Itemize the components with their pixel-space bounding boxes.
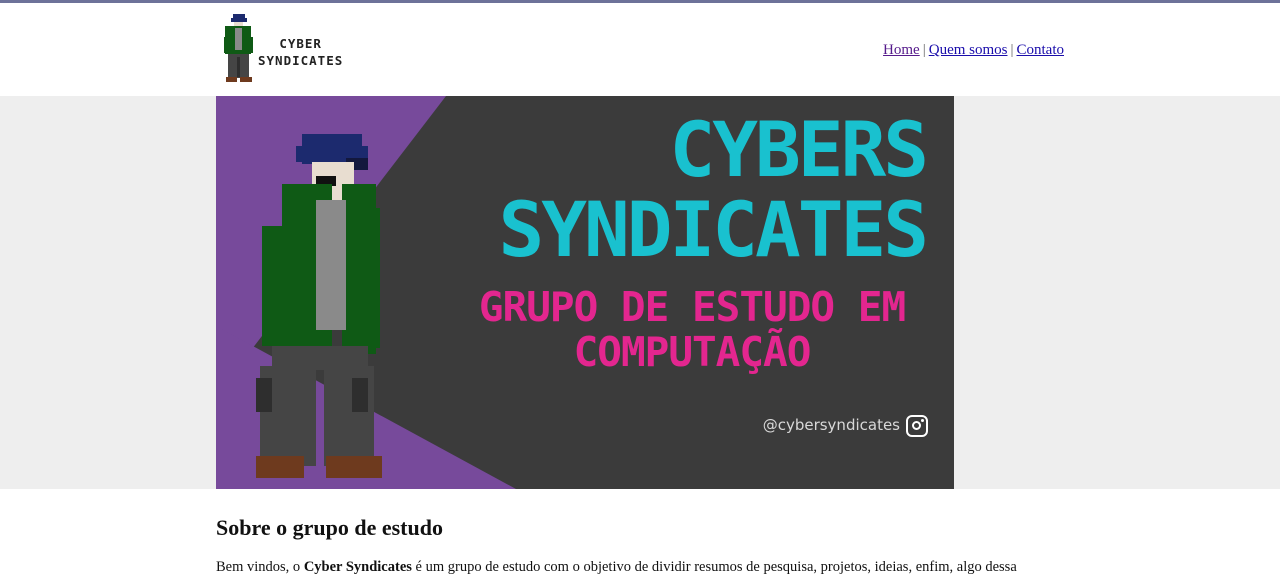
nav-separator: | bbox=[922, 42, 926, 58]
site-logo[interactable]: CYBER SYNDICATES bbox=[220, 13, 360, 88]
nav-link-home[interactable]: Home bbox=[883, 42, 920, 58]
banner-subtitle-line-1: GRUPO DE ESTUDO EM bbox=[478, 283, 906, 331]
about-text-rest: é um grupo de estudo com o objetivo de d… bbox=[411, 559, 1017, 575]
banner-title-line-2: SYNDICATES bbox=[498, 185, 929, 274]
instagram-handle: @cybersyndicates bbox=[762, 416, 900, 434]
banner-subtitle: GRUPO DE ESTUDO EM COMPUTAÇÃO bbox=[462, 285, 922, 375]
logo-wordmark: CYBER SYNDICATES bbox=[258, 35, 343, 69]
about-heading: Sobre o grupo de estudo bbox=[216, 515, 443, 540]
nav-separator: | bbox=[1010, 42, 1014, 58]
hooded-character-icon bbox=[224, 14, 253, 82]
banner-subtitle-line-2: COMPUTAÇÃO bbox=[573, 328, 812, 376]
nav-link-contato[interactable]: Contato bbox=[1017, 42, 1065, 58]
about-group-name: Cyber Syndicates bbox=[303, 559, 412, 575]
hero-banner: CYBERS SYNDICATES GRUPO DE ESTUDO EM COM… bbox=[216, 96, 954, 489]
about-paragraph: Bem vindos, o Cyber Syndicates é um grup… bbox=[216, 559, 1064, 576]
main-nav: Home | Quem somos | Contato bbox=[883, 42, 1064, 59]
about-section: Sobre o grupo de estudo Bem vindos, o Cy… bbox=[216, 489, 1064, 576]
nav-link-quem-somos[interactable]: Quem somos bbox=[929, 42, 1008, 58]
hero-band: CYBERS SYNDICATES GRUPO DE ESTUDO EM COM… bbox=[0, 96, 1280, 489]
logo-line-1: CYBER bbox=[279, 36, 322, 51]
logo-line-2: SYNDICATES bbox=[258, 53, 344, 68]
site-header: CYBER SYNDICATES Home | Quem somos | Contato bbox=[0, 3, 1280, 96]
instagram-icon bbox=[906, 415, 928, 437]
banner-title-line-1: CYBERS bbox=[669, 105, 929, 194]
banner-title: CYBERS SYNDICATES bbox=[498, 105, 929, 274]
about-text-start: Bem vindos, o bbox=[216, 559, 304, 575]
